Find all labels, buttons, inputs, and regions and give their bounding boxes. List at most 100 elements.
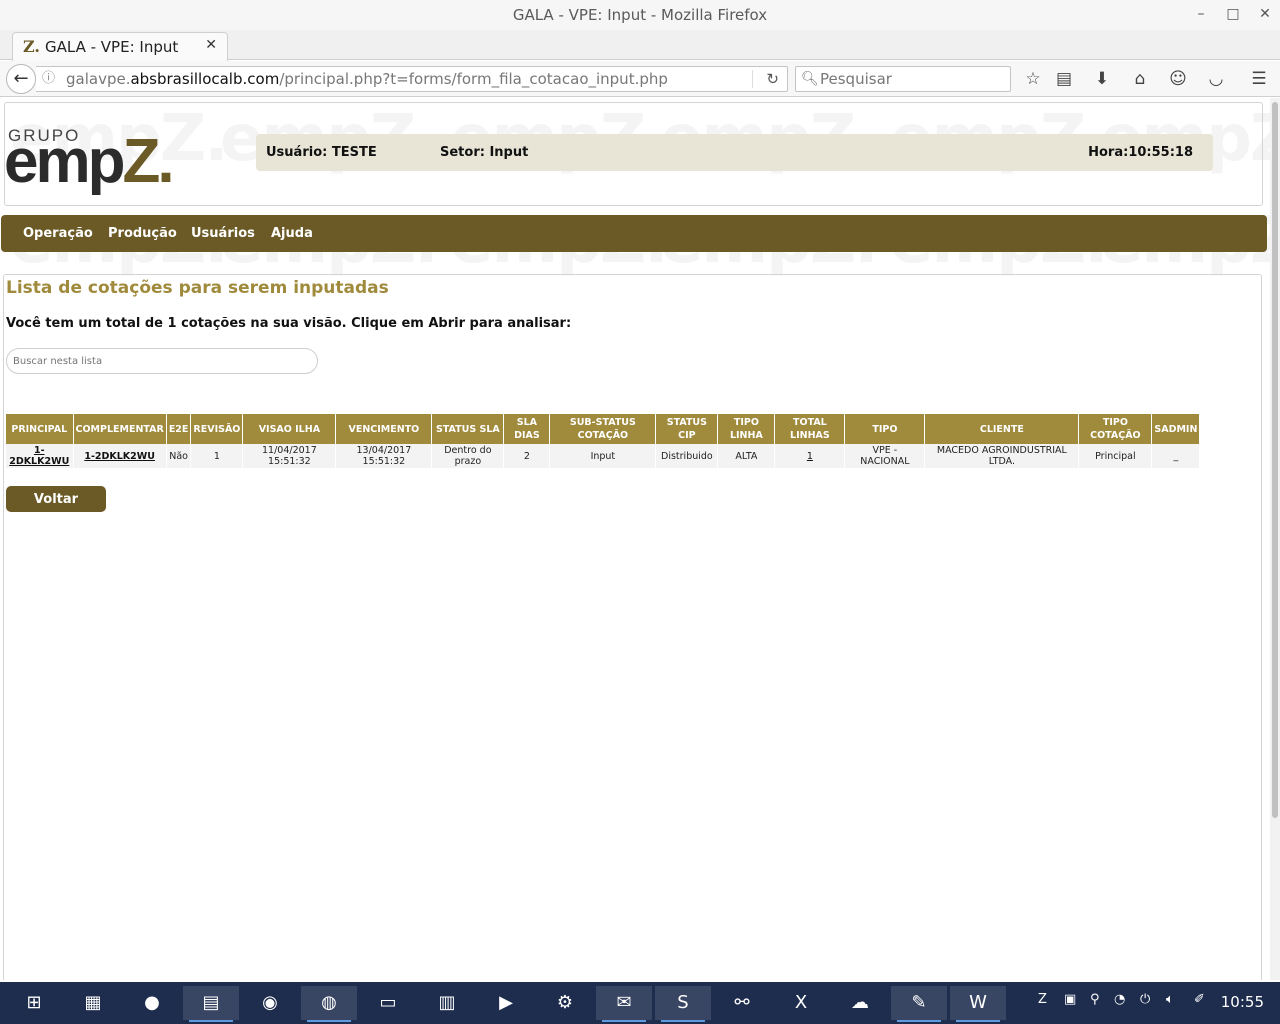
col-principal[interactable]: PRINCIPAL <box>6 414 74 444</box>
principal-link[interactable]: 1-2DKLK2WU <box>9 445 69 467</box>
user-info-bar: Usuário: TESTE Setor: Input Hora:10:55:1… <box>256 134 1213 171</box>
hamburger-menu-icon[interactable]: ☰ <box>1248 68 1270 90</box>
cell-tipo: VPE - NACIONAL <box>844 444 926 468</box>
col-sla-dias[interactable]: SLA DIAS <box>503 414 551 444</box>
file-manager-icon[interactable]: ▤ <box>183 986 239 1022</box>
col-visao-ilha[interactable]: VISAO ILHA <box>242 414 337 444</box>
cell-tipo-cotacao: Principal <box>1078 444 1153 468</box>
files-icon[interactable]: ▦ <box>65 986 121 1020</box>
taskbar: ⊞ ▦ ● ▤ ◉ ◍ ▭ ▥ ▶ ⚙ ✉ S ⚯ X ☁ ✎ W Z ▣ ⚲ … <box>0 982 1280 1024</box>
tab-strip: Z. GALA - VPE: Input ✕ ✚ <box>0 30 1280 83</box>
address-bar[interactable]: ⓘ galavpe.absbrasillocalb.com/principal.… <box>36 66 788 92</box>
home-icon[interactable]: ⌂ <box>1129 68 1151 90</box>
chrome-icon[interactable]: ◉ <box>242 986 298 1020</box>
hora-label: Hora:10:55:18 <box>1088 145 1193 160</box>
word-icon[interactable]: W <box>950 986 1006 1022</box>
cloud-icon[interactable]: ☁ <box>832 986 888 1020</box>
back-voltar-button[interactable]: Voltar <box>6 486 106 512</box>
col-sadmin[interactable]: SADMIN <box>1151 414 1201 444</box>
tray-app-icon[interactable]: Z <box>1038 992 1047 1007</box>
apps-icon[interactable]: ⊞ <box>6 986 62 1020</box>
window-title-bar: GALA - VPE: Input - Mozilla Firefox – □ … <box>0 0 1280 30</box>
cell-revisao: 1 <box>190 444 244 468</box>
search-bar[interactable]: 🔍︎ Pesquisar <box>795 66 1011 92</box>
navigation-bar: ← ⓘ galavpe.absbrasillocalb.com/principa… <box>0 61 1280 97</box>
scrollbar-thumb[interactable] <box>1272 102 1278 818</box>
cell-cliente: MACEDO AGROINDUSTRIAL LTDA. <box>924 444 1080 468</box>
minimize-button[interactable]: – <box>1184 0 1218 30</box>
cell-principal: 1-2DKLK2WU <box>6 444 74 468</box>
usuario-label: Usuário: TESTE <box>266 145 377 160</box>
maximize-button[interactable]: □ <box>1216 0 1250 30</box>
col-revisao[interactable]: REVISÃO <box>190 414 244 444</box>
close-tab-icon[interactable]: ✕ <box>205 37 217 53</box>
cell-sadmin: _ <box>1151 444 1201 468</box>
tab-title: GALA - VPE: Input <box>45 38 179 56</box>
col-tipo-linha[interactable]: TIPO LINHA <box>717 414 776 444</box>
firefox-icon[interactable]: ◍ <box>301 986 357 1022</box>
reading-list-icon[interactable]: ▤ <box>1053 68 1075 90</box>
col-complementar[interactable]: COMPLEMENTAR <box>73 414 167 444</box>
reload-icon[interactable]: ↻ <box>766 67 779 91</box>
complementar-link[interactable]: 1-2DKLK2WU <box>84 451 155 462</box>
pen-icon[interactable]: ✐ <box>1194 992 1205 1007</box>
screen-recorder-icon[interactable]: ● <box>124 986 180 1020</box>
web-page: empZ. empZ. empZ. empZ. empZ. empZ. empZ… <box>0 98 1270 980</box>
cell-sub-status: Input <box>549 444 657 468</box>
list-search-input[interactable] <box>6 348 318 374</box>
notepad-icon[interactable]: ✎ <box>891 986 947 1022</box>
cell-status-sla: Dentro do prazo <box>431 444 505 468</box>
taskbar-clock[interactable]: 10:55 <box>1221 993 1264 1011</box>
col-status-sla[interactable]: STATUS SLA <box>431 414 505 444</box>
col-total-linhas[interactable]: TOTAL LINHAS <box>774 414 846 444</box>
col-tipo-cotacao[interactable]: TIPO COTAÇÃO <box>1078 414 1153 444</box>
table-row: 1-2DKLK2WU 1-2DKLK2WU Não 1 11/04/2017 1… <box>6 444 1201 468</box>
tray-notes-icon[interactable]: ▣ <box>1064 992 1076 1007</box>
search-placeholder: Pesquisar <box>820 70 892 88</box>
setor-label: Setor: Input <box>440 145 529 160</box>
excel-icon[interactable]: X <box>773 986 829 1020</box>
menu-item-ajuda[interactable]: Ajuda <box>271 226 313 241</box>
menu-item-usuarios[interactable]: Usuários <box>191 226 255 241</box>
page-subtitle: Você tem um total de 1 cotações na sua v… <box>6 316 572 331</box>
page-title: Lista de cotações para serem inputadas <box>6 278 389 298</box>
power-icon[interactable]: ⏻ <box>1140 992 1150 1007</box>
outlook-icon[interactable]: ✉ <box>596 986 652 1022</box>
col-tipo[interactable]: TIPO <box>844 414 926 444</box>
bookmark-star-icon[interactable]: ☆ <box>1022 68 1044 90</box>
close-window-button[interactable]: ✕ <box>1248 0 1280 30</box>
usb-icon[interactable]: ⚲ <box>1090 992 1100 1007</box>
browser-tab[interactable]: Z. GALA - VPE: Input ✕ <box>12 32 228 61</box>
search-icon: 🔍︎ <box>801 71 819 87</box>
content-panel <box>3 274 1262 980</box>
site-info-icon[interactable]: ⓘ <box>42 67 55 91</box>
main-menu: Operação Produção Usuários Ajuda <box>1 215 1267 252</box>
url-separator <box>752 70 753 88</box>
cell-tipo-linha: ALTA <box>717 444 776 468</box>
pocket-icon[interactable]: ◡ <box>1205 68 1227 90</box>
col-status-cip[interactable]: STATUS CIP <box>655 414 719 444</box>
video-icon[interactable]: ▶ <box>478 986 534 1020</box>
col-e2e[interactable]: E2E <box>166 414 192 444</box>
cell-e2e: Não <box>166 444 192 468</box>
cell-sla-dias: 2 <box>503 444 551 468</box>
network-icon[interactable]: ◔ <box>1114 992 1125 1007</box>
col-sub-status[interactable]: SUB-STATUS COTAÇÃO <box>549 414 657 444</box>
back-button[interactable]: ← <box>6 64 36 94</box>
page-scrollbar[interactable] <box>1270 98 1280 980</box>
settings-icon[interactable]: ⚙ <box>537 986 593 1020</box>
menu-item-operacao[interactable]: Operação <box>23 226 93 241</box>
downloads-icon[interactable]: ⬇ <box>1091 68 1113 90</box>
menu-item-producao[interactable]: Produção <box>108 226 177 241</box>
total-linhas-link[interactable]: 1 <box>807 451 813 462</box>
remote-icon[interactable]: ⚯ <box>714 986 770 1020</box>
sublime-icon[interactable]: S <box>655 986 711 1022</box>
col-vencimento[interactable]: VENCIMENTO <box>335 414 433 444</box>
terminal-icon[interactable]: ▭ <box>360 986 416 1020</box>
site-favicon-icon: Z. <box>23 37 40 56</box>
archive-icon[interactable]: ▥ <box>419 986 475 1020</box>
col-cliente[interactable]: CLIENTE <box>924 414 1080 444</box>
cell-visao-ilha: 11/04/2017 15:51:32 <box>242 444 337 468</box>
chat-icon[interactable]: ☺ <box>1167 68 1189 90</box>
volume-icon[interactable]: 🔈︎ <box>1166 992 1174 1007</box>
